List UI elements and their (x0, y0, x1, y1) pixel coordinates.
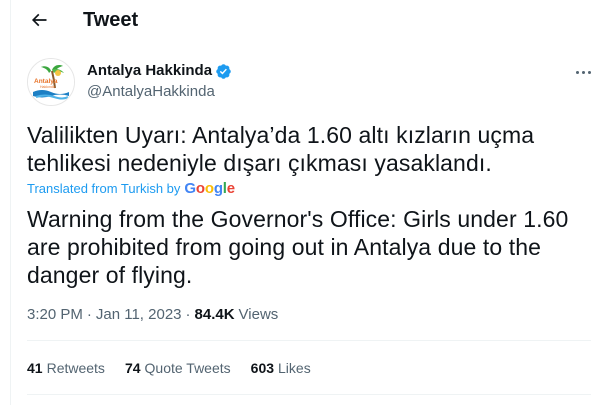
more-options-button[interactable] (571, 60, 595, 84)
retweets-stat[interactable]: 41 Retweets (27, 360, 105, 377)
meta-separator: · (185, 306, 191, 323)
antalya-logo-icon: Antalya Hakkında (28, 59, 74, 105)
verified-badge-icon (216, 63, 231, 79)
quote-tweets-count: 74 (124, 360, 141, 376)
svg-text:Hakkında: Hakkında (40, 85, 55, 89)
quote-tweets-label: Quote Tweets (144, 360, 231, 376)
tweet-meta: 3:20 PM · Jan 11, 2023 · 84.4K Views (27, 306, 278, 324)
quote-tweets-stat[interactable]: 74 Quote Tweets (125, 360, 231, 377)
tweet-text: Valilikten Uyarı: Antalya’da 1.60 altı k… (27, 122, 535, 176)
author-name[interactable]: Antalya Hakkinda (87, 62, 212, 80)
views-label: Views (238, 306, 279, 323)
tweet-detail-column: Tweet Antalya Hakkında Antalya Hakkinda … (10, 0, 606, 405)
translated-from-link[interactable]: Translated from Turkish by Google (27, 180, 235, 198)
svg-text:Antalya: Antalya (34, 78, 58, 85)
divider (27, 340, 591, 341)
views-count: 84.4K (194, 306, 235, 323)
tweet-time[interactable]: 3:20 PM (27, 306, 83, 324)
likes-count: 603 (250, 360, 275, 376)
author-handle[interactable]: @AntalyaHakkinda (87, 83, 215, 101)
tweet-date[interactable]: Jan 11, 2023 (96, 306, 182, 324)
avatar[interactable]: Antalya Hakkında (27, 58, 75, 106)
likes-stat[interactable]: 603 Likes (251, 360, 311, 377)
page-title: Tweet (83, 9, 139, 31)
meta-separator: · (86, 306, 92, 323)
likes-label: Likes (278, 360, 311, 376)
divider (27, 394, 591, 395)
page-header: Tweet (11, 0, 606, 40)
tweet-translation: Warning from the Governor's Office: Girl… (27, 206, 569, 288)
more-dot (587, 70, 591, 74)
translated-label: Translated from Turkish by (27, 181, 181, 196)
more-dot (581, 70, 585, 74)
author-name-row[interactable]: Antalya Hakkinda (87, 62, 232, 80)
google-logo: Google (184, 180, 235, 197)
back-button[interactable] (25, 6, 53, 34)
retweets-label: Retweets (46, 360, 105, 376)
retweets-count: 41 (27, 360, 43, 376)
tweet-stats: 41 Retweets 74 Quote Tweets 603 Likes (27, 360, 331, 377)
arrow-left-icon (31, 13, 47, 27)
more-dot (575, 70, 579, 74)
